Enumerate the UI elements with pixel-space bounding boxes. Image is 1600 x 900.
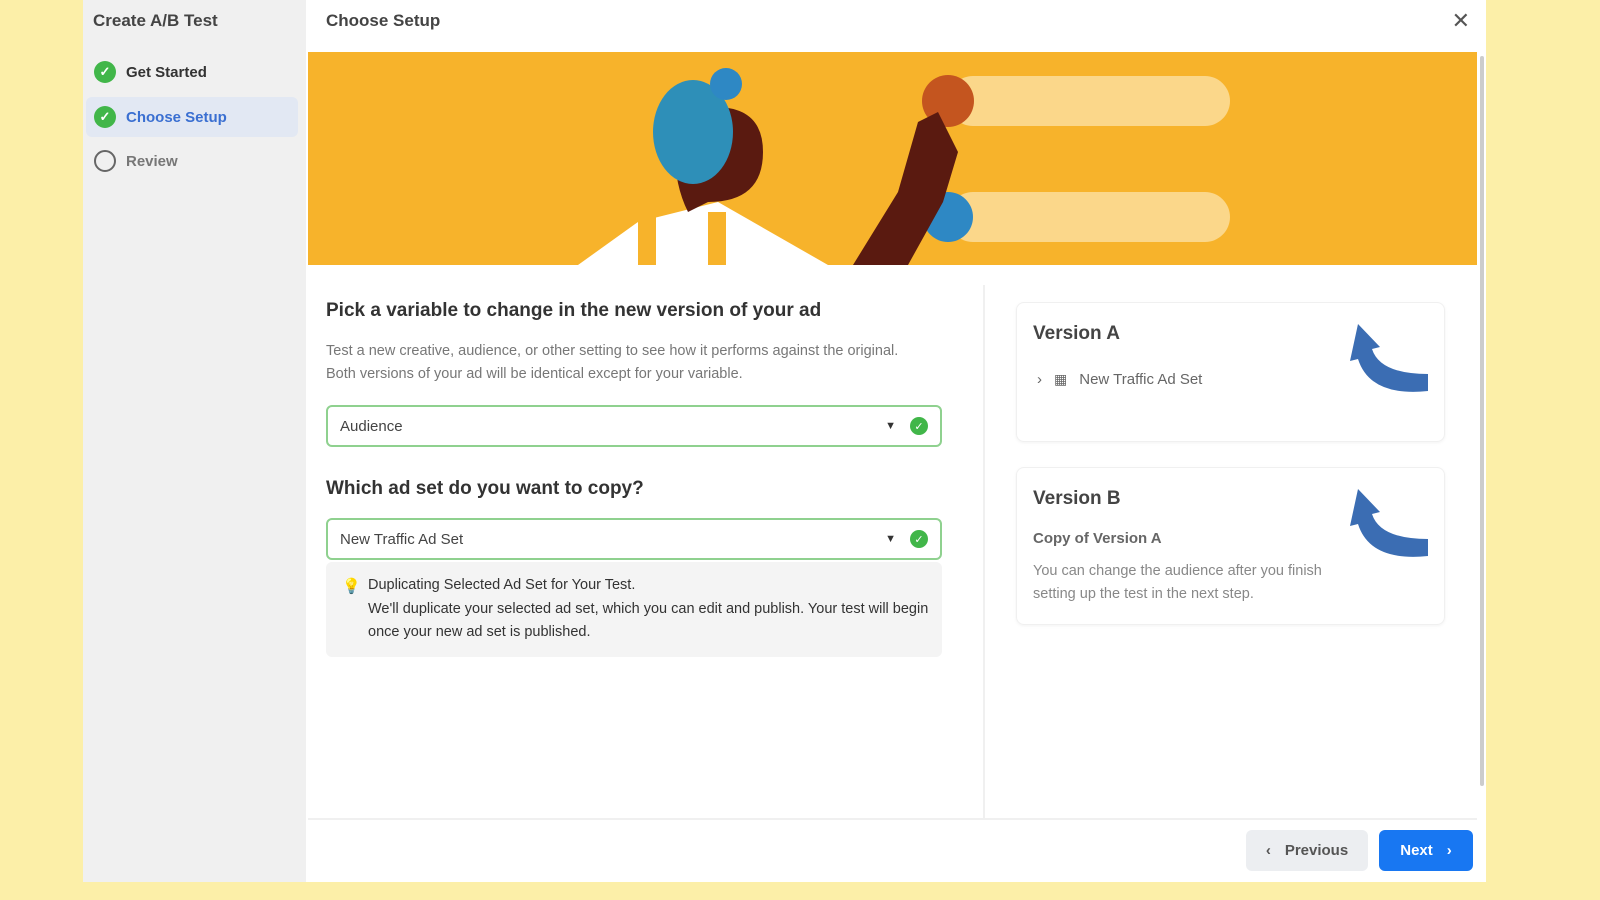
version-b-body: You can change the audience after you fi…: [1033, 563, 1322, 602]
step-label: Choose Setup: [126, 108, 227, 126]
banner-illustration: [308, 52, 1477, 265]
step-get-started[interactable]: ✓ Get Started: [86, 52, 298, 92]
info-body: We'll duplicate your selected ad set, wh…: [368, 600, 929, 641]
sidebar: Create A/B Test ✓ Get Started ✓ Choose Set…: [83, 0, 306, 882]
version-b-title: Version B: [1033, 488, 1121, 509]
step-choose-setup[interactable]: ✓ Choose Setup: [86, 97, 298, 137]
info-box: 💡 Duplicating Selected Ad Set for Your T…: [326, 562, 942, 657]
version-a-card: Version A › ▦ New Traffic Ad Set: [1016, 302, 1445, 442]
caret-down-icon: ▼: [885, 533, 896, 545]
adset-grid-icon: ▦: [1054, 371, 1068, 387]
curved-arrow-icon: [1350, 489, 1428, 557]
step-label: Review: [126, 152, 178, 170]
close-icon[interactable]: ✕: [1452, 8, 1470, 34]
chevron-left-icon: ‹: [1265, 842, 1271, 859]
variable-heading: Pick a variable to change in the new ver…: [326, 300, 822, 321]
adset-select-value: New Traffic Ad Set: [340, 530, 464, 548]
version-b-subtitle: Copy of Version A: [1033, 530, 1162, 547]
variable-select[interactable]: Audience ▼ ✓: [326, 405, 942, 447]
step-review[interactable]: Review: [86, 141, 298, 181]
check-icon: ✓: [94, 61, 116, 83]
circle-icon: [94, 150, 116, 172]
check-icon: ✓: [94, 106, 116, 128]
footer-divider: [308, 818, 1477, 820]
next-button[interactable]: Next ›: [1379, 830, 1473, 871]
previous-button[interactable]: ‹ Previous: [1246, 830, 1368, 871]
scrollbar[interactable]: [1480, 56, 1484, 786]
adset-heading: Which ad set do you want to copy?: [326, 478, 644, 499]
check-icon: ✓: [910, 417, 928, 435]
check-icon: ✓: [910, 530, 928, 548]
next-label: Next: [1400, 842, 1433, 859]
version-b-card: Version B Copy of Version A You can chan…: [1016, 467, 1445, 625]
version-a-title: Version A: [1033, 323, 1120, 344]
lightbulb-icon: 💡: [342, 578, 361, 595]
step-label: Get Started: [126, 63, 207, 81]
dialog: Choose Setup ✕ Pick a variable to change…: [306, 0, 1486, 882]
chevron-right-icon: ›: [1037, 371, 1042, 388]
previous-label: Previous: [1284, 842, 1349, 859]
variable-select-value: Audience: [340, 417, 403, 435]
variable-description: Test a new creative, audience, or other …: [326, 343, 899, 382]
curved-arrow-icon: [1350, 324, 1428, 392]
chevron-right-icon: ›: [1446, 842, 1452, 859]
divider: [983, 285, 985, 820]
adset-select[interactable]: New Traffic Ad Set ▼ ✓: [326, 518, 942, 560]
caret-down-icon: ▼: [885, 420, 896, 432]
info-title: Duplicating Selected Ad Set for Your Tes…: [368, 577, 636, 593]
version-a-adset: New Traffic Ad Set: [1079, 371, 1203, 388]
version-a-adset-row[interactable]: › ▦ New Traffic Ad Set: [1037, 371, 1202, 388]
sidebar-title: Create A/B Test: [93, 11, 218, 30]
illustration: [578, 68, 1230, 265]
dialog-title: Choose Setup: [326, 11, 441, 30]
